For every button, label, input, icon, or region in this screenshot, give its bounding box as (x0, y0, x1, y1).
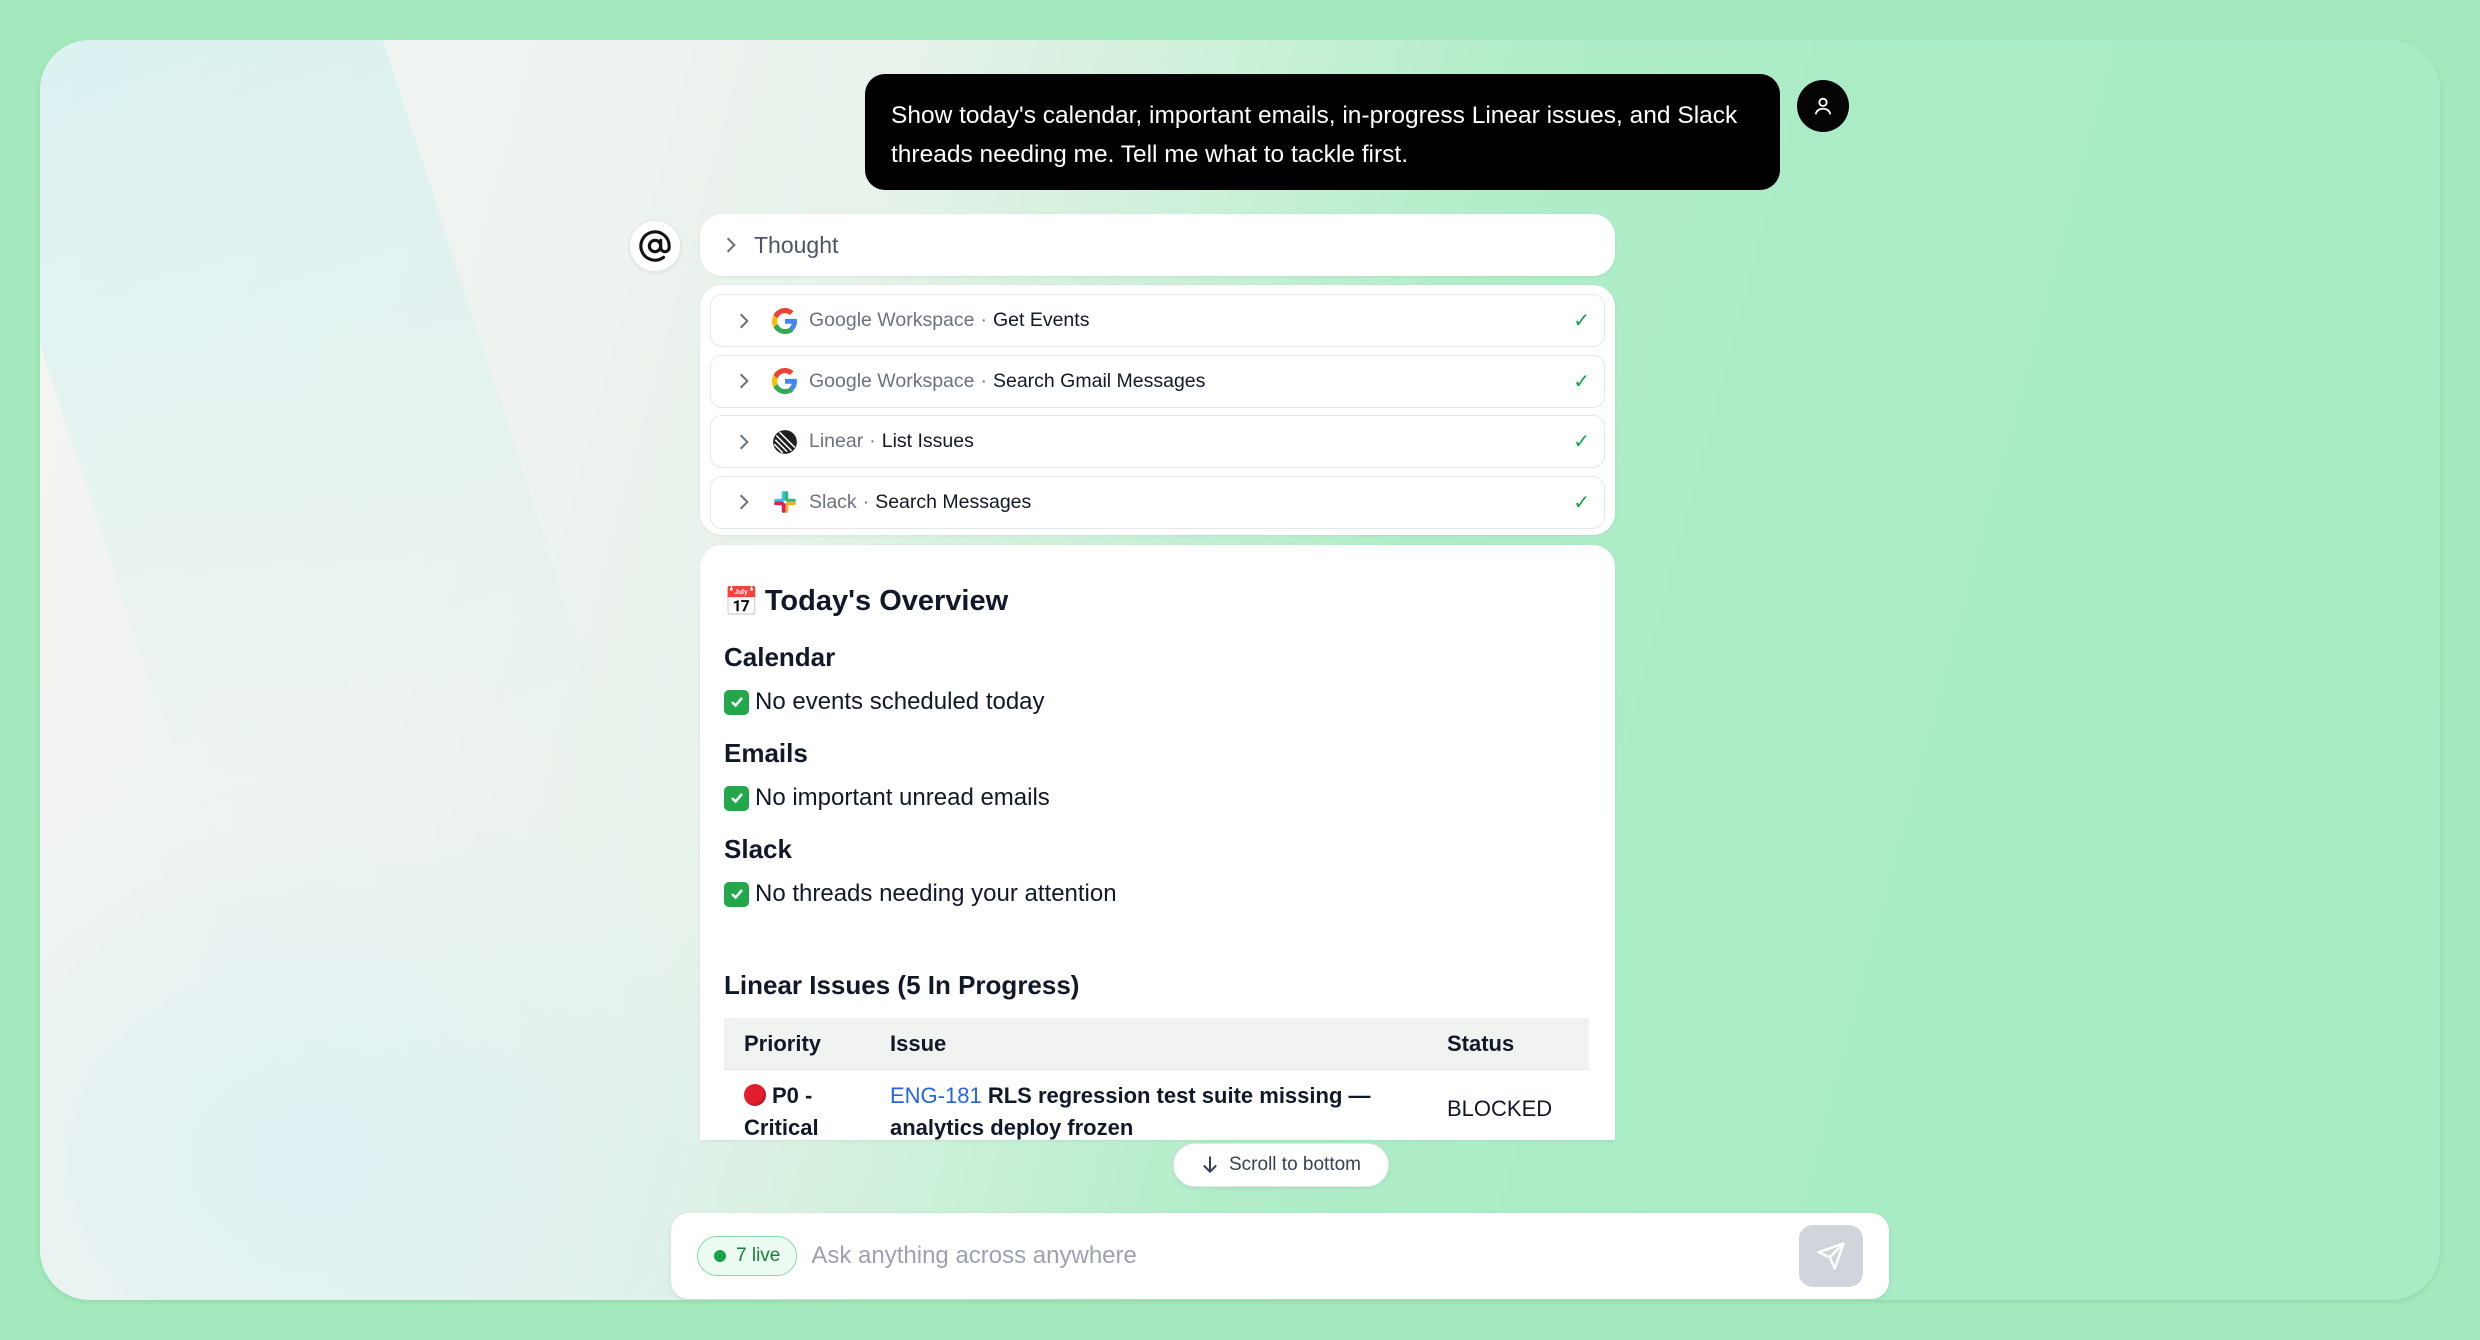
tool-provider: Slack (809, 490, 857, 513)
section-text-emails: No important unread emails (724, 784, 1050, 812)
message-composer: 7 live (671, 1213, 1889, 1299)
tool-separator: · (869, 430, 876, 452)
tool-separator: · (980, 369, 987, 392)
tool-provider: Linear (809, 430, 864, 452)
check-icon: ✓ (1573, 431, 1590, 453)
check-box-icon (724, 881, 749, 907)
check-icon: ✓ (1573, 370, 1590, 393)
app-window: Show today's calendar, important emails,… (40, 40, 2440, 1300)
check-icon: ✓ (1573, 491, 1590, 514)
assistant-answer: 📅 Today's Overview Calendar No events sc… (700, 545, 1615, 1140)
scroll-to-bottom-label: Scroll to bottom (1229, 1154, 1361, 1175)
user-message-text: Show today's calendar, important emails,… (891, 102, 1738, 168)
tool-separator: · (980, 309, 987, 331)
section-text: No important unread emails (755, 784, 1050, 811)
table-row: P0 - Critical ENG-181 RLS regression tes… (724, 1070, 1589, 1140)
red-circle-icon (744, 1084, 766, 1106)
linear-issues-heading: Linear Issues (5 In Progress) (724, 970, 1080, 1000)
tool-call-row[interactable]: Google Workspace · Get Events ✓ (710, 294, 1605, 347)
live-integrations-badge[interactable]: 7 live (697, 1236, 798, 1276)
message-input[interactable] (811, 1242, 1799, 1270)
table-header: Priority Issue Status (724, 1018, 1589, 1070)
chevron-right-icon (739, 434, 749, 449)
chevron-right-icon (739, 494, 749, 510)
user-message-bubble: Show today's calendar, important emails,… (865, 74, 1780, 190)
section-heading-emails: Emails (724, 738, 808, 768)
live-count-label: 7 live (736, 1245, 781, 1266)
tool-action: Get Events (992, 309, 1090, 331)
column-header: Status (1447, 1030, 1515, 1056)
google-icon (771, 367, 799, 395)
issue-cell: ENG-181 RLS regression test suite missin… (890, 1080, 1447, 1140)
tool-provider: Google Workspace (809, 309, 975, 331)
scroll-to-bottom-button[interactable]: Scroll to bottom (1173, 1143, 1389, 1187)
priority-cell: P0 - Critical (724, 1080, 890, 1140)
tool-call-row[interactable]: Linear · List Issues ✓ (710, 415, 1605, 468)
tool-provider: Google Workspace (809, 369, 975, 392)
linear-icon (771, 428, 799, 456)
issue-link[interactable]: ENG-181 (890, 1083, 982, 1108)
google-icon (771, 307, 799, 335)
chevron-right-icon (726, 237, 736, 253)
chevron-right-icon (739, 373, 749, 389)
thought-label: Thought (754, 231, 839, 258)
send-button[interactable] (1799, 1225, 1863, 1287)
live-dot-icon (714, 1250, 726, 1262)
tool-calls-panel: Google Workspace · Get Events ✓ Google W… (700, 285, 1615, 535)
thought-toggle[interactable]: Thought (700, 214, 1615, 276)
arrow-down-icon (1203, 1156, 1217, 1174)
tool-call-row[interactable]: Google Workspace · Search Gmail Messages… (710, 354, 1605, 408)
status-cell: BLOCKED (1447, 1096, 1553, 1121)
answer-title: 📅 Today's Overview (724, 585, 1008, 618)
column-header: Priority (744, 1030, 822, 1056)
user-avatar[interactable] (1797, 80, 1849, 132)
check-icon: ✓ (1573, 310, 1590, 332)
tool-action: List Issues (881, 430, 974, 452)
section-text-calendar: No events scheduled today (724, 688, 1045, 716)
section-text: No events scheduled today (755, 688, 1045, 715)
section-text: No threads needing your attention (755, 880, 1117, 907)
linear-issues-table: Priority Issue Status P0 - Critical ENG-… (724, 1018, 1589, 1140)
check-box-icon (724, 689, 749, 715)
section-heading-calendar: Calendar (724, 642, 836, 672)
calendar-icon: 📅 (724, 586, 759, 617)
chevron-right-icon (739, 313, 749, 328)
tool-call-row[interactable]: Slack · Search Messages ✓ (710, 475, 1605, 529)
assistant-avatar (629, 220, 681, 272)
tool-action: Search Gmail Messages (992, 369, 1206, 392)
tool-separator: · (862, 490, 870, 513)
section-text-slack: No threads needing your attention (724, 880, 1117, 908)
answer-title-text: Today's Overview (764, 585, 1009, 617)
user-icon (1814, 97, 1832, 115)
section-heading-slack: Slack (724, 834, 792, 864)
slack-icon (771, 488, 799, 516)
column-header: Issue (890, 1030, 947, 1056)
check-box-icon (724, 785, 749, 811)
tool-action: Search Messages (875, 490, 1032, 513)
at-sign-icon (639, 230, 671, 262)
send-icon (1817, 1242, 1845, 1270)
